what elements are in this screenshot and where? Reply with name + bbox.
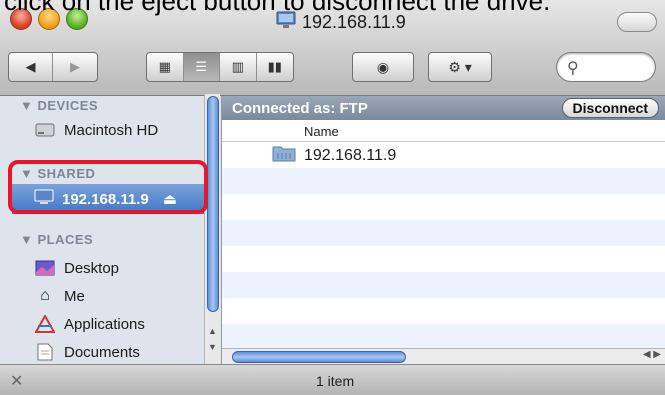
sidebar-item-label: 192.168.11.9 (62, 190, 149, 208)
server-icon (34, 189, 54, 209)
action-button[interactable]: ⚙ ▾ (428, 52, 492, 82)
sidebar: ▼ DEVICES Macintosh HD ▼ SHARED 192.168.… (0, 96, 222, 364)
scroll-up-icon[interactable]: ▲ (208, 326, 217, 336)
sidebar-item-desktop[interactable]: Desktop (34, 256, 119, 280)
file-list-pane: Connected as: FTP Disconnect Name 192.16… (222, 96, 665, 364)
sidebar-scrollbar[interactable]: ▲ ▼ (204, 94, 220, 364)
sidebar-header-devices: ▼ DEVICES (20, 98, 99, 113)
back-button[interactable]: ◀ (9, 53, 54, 81)
grid-icon: ▦ (158, 59, 171, 74)
network-folder-icon (272, 144, 296, 167)
column-header[interactable]: Name (222, 120, 665, 142)
gear-icon: ⚙ ▾ (448, 58, 472, 75)
home-icon: ⌂ (40, 287, 50, 304)
search-icon: ⚲ (567, 60, 579, 77)
sidebar-item-documents[interactable]: Documents (34, 340, 140, 364)
sidebar-header-shared: ▼ SHARED (20, 166, 96, 181)
eye-icon: ◉ (376, 58, 390, 75)
connected-label: Connected as: FTP (232, 99, 368, 117)
sidebar-item-label: Desktop (64, 259, 120, 277)
sidebar-item-me[interactable]: ⌂ Me (34, 284, 85, 308)
column-view-button[interactable]: ▥ (220, 53, 257, 81)
scroll-arrows-icon[interactable]: ◀ ▶ (643, 349, 661, 360)
name-column-label: Name (304, 124, 339, 139)
scroll-down-icon[interactable]: ▼ (208, 342, 217, 352)
applications-icon (34, 314, 56, 334)
finder-window: 192.168.11.9 ◀ ▶ ▦ ☰ ▥ ▮▮ ◉ ⚙ ▾ ⚲ ▼ DEVI… (0, 0, 665, 395)
documents-icon (34, 342, 56, 362)
disconnect-button[interactable]: Disconnect (561, 98, 659, 118)
coverflow-view-button[interactable]: ▮▮ (257, 53, 293, 81)
row-stripes (222, 142, 665, 350)
instruction-caption: click on the eject button to disconnect … (4, 0, 551, 16)
connection-bar: Connected as: FTP Disconnect (222, 96, 665, 120)
sidebar-item-label: Documents (64, 343, 140, 361)
sidebar-item-applications[interactable]: Applications (34, 312, 145, 336)
desktop-icon (34, 258, 56, 278)
pencil-icon: ✕ (10, 373, 24, 390)
quicklook-button[interactable]: ◉ (352, 52, 414, 82)
sidebar-header-places: ▼ PLACES (20, 232, 94, 247)
sidebar-item-label: Me (64, 287, 85, 305)
list-item[interactable]: 192.168.11.9 (272, 144, 396, 167)
scrollbar-thumb[interactable] (207, 96, 219, 312)
list-view-button[interactable]: ☰ (183, 53, 220, 81)
list-icon: ☰ (195, 59, 208, 74)
sidebar-item-server[interactable]: 192.168.11.9 ⏏ (12, 184, 204, 214)
status-bar: ✕ 1 item (0, 364, 665, 395)
harddrive-icon (34, 120, 56, 140)
forward-button[interactable]: ▶ (53, 53, 97, 81)
sidebar-item-label: Macintosh HD (64, 121, 159, 139)
nav-buttons: ◀ ▶ (8, 52, 98, 82)
back-icon: ◀ (25, 59, 36, 74)
file-name: 192.168.11.9 (304, 146, 397, 164)
coverflow-icon: ▮▮ (267, 59, 282, 74)
scrollbar-thumb[interactable] (232, 351, 406, 363)
eject-icon[interactable]: ⏏ (163, 190, 177, 208)
search-field[interactable]: ⚲ (556, 52, 656, 82)
sidebar-item-label: Applications (64, 315, 145, 333)
horizontal-scrollbar[interactable]: ◀ ▶ (222, 348, 665, 364)
icon-view-button[interactable]: ▦ (147, 53, 184, 81)
columns-icon: ▥ (231, 59, 244, 74)
forward-icon: ▶ (70, 59, 80, 74)
view-switcher: ▦ ☰ ▥ ▮▮ (146, 52, 294, 82)
item-count: 1 item (316, 373, 355, 389)
sidebar-item-macintosh-hd[interactable]: Macintosh HD (34, 118, 158, 142)
